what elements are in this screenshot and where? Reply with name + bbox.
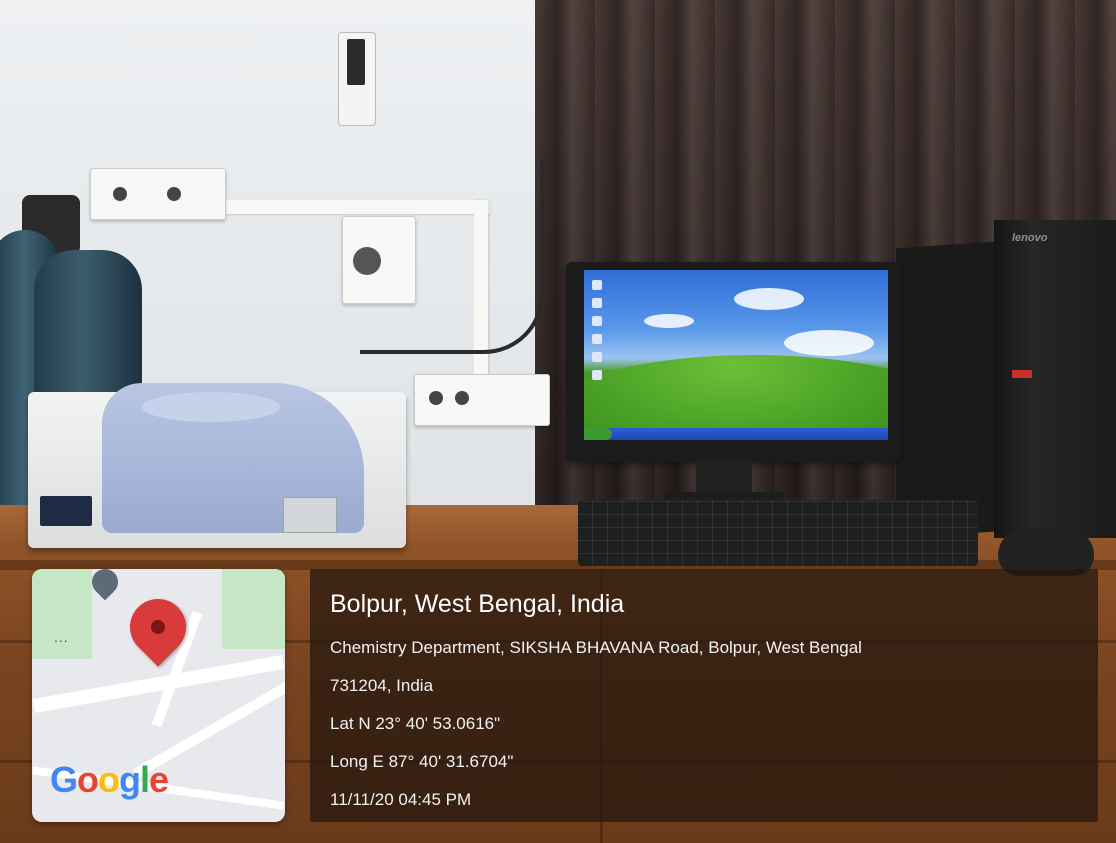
address-line-2: 731204, India [330,676,434,695]
ups-switchboard [90,168,226,220]
map-park [32,569,92,659]
tower-red-badge [1012,370,1032,378]
power-cable [360,160,544,354]
timestamp-text: 11/11/20 04:45 PM [330,790,472,809]
pc-tower [994,220,1116,538]
longitude-text: Long E 87° 40' 31.6704" [330,752,514,771]
map-park [222,569,285,649]
instrument-sample-lid [142,392,280,422]
instrument-status-panel [283,497,337,533]
brand-label: lenovo [1012,232,1048,244]
photo-scene: lenovo ... Google Bolpur, West Bengal, I… [0,0,1116,843]
location-map: ... Google [32,569,285,822]
city-heading: Bolpur, West Bengal, India [330,590,625,618]
extension-switchboard [414,374,550,426]
map-more-icon: ... [54,629,69,645]
google-logo: Google [50,759,169,800]
address-line-1: Chemistry Department, SIKSHA BHAVANA Roa… [330,638,862,657]
monitor-screen [584,270,888,440]
ac-remote [338,32,376,126]
instrument-badge [40,496,92,526]
pc-tower-side [896,241,996,539]
location-pin-dot [151,620,165,634]
keyboard [578,500,978,566]
poi-marker-icon [86,569,124,601]
latitude-text: Lat N 23° 40' 53.0616" [330,714,501,733]
